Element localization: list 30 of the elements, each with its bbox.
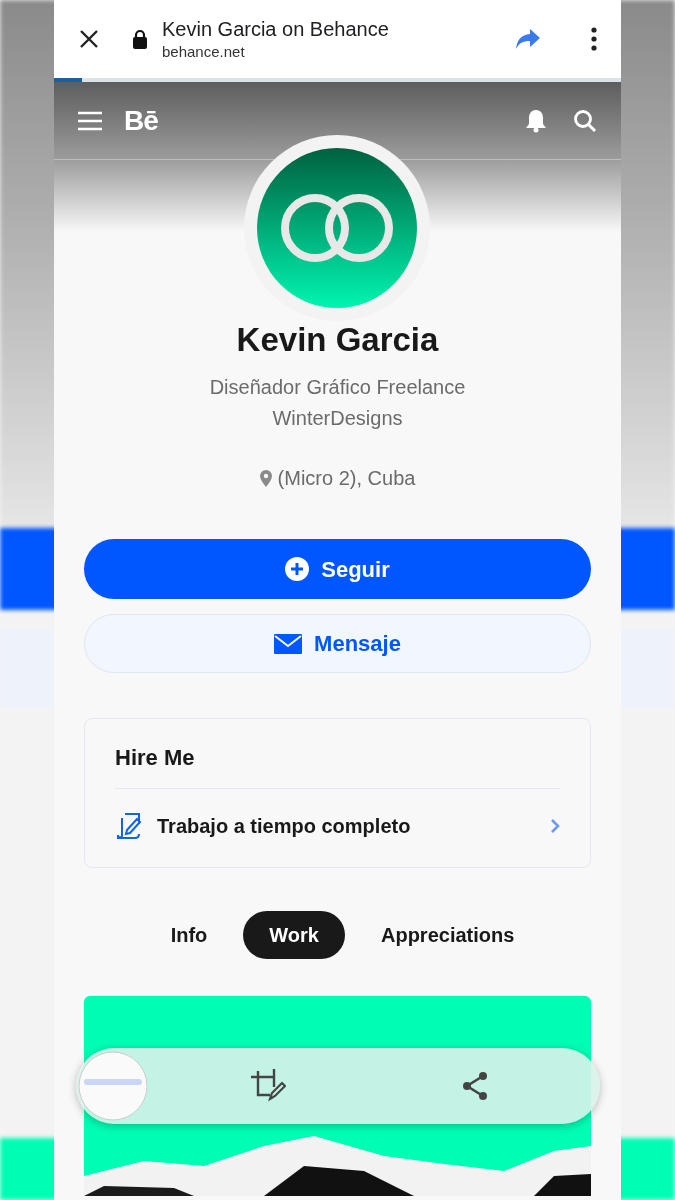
location-text: (Micro 2), Cuba (277, 466, 416, 491)
bell-icon[interactable] (525, 108, 547, 133)
crop-edit-icon[interactable] (250, 1069, 286, 1103)
hire-option[interactable]: Trabajo a tiempo completo (115, 789, 560, 863)
profile-name: Kevin Garcia (236, 320, 439, 360)
menu-icon[interactable] (78, 110, 102, 131)
share-arrow-icon[interactable] (515, 28, 541, 50)
close-icon[interactable] (78, 28, 100, 50)
chevron-right-icon (550, 818, 560, 834)
pen-note-icon (115, 812, 143, 840)
page-title: Kevin Garcia on Behance (162, 17, 390, 42)
behance-logo[interactable]: Bē (124, 99, 158, 142)
location-pin-icon (259, 469, 272, 487)
headline-text: Diseñador Gráfico Freelance (209, 375, 466, 400)
hire-title: Hire Me (115, 719, 560, 789)
search-icon[interactable] (573, 108, 597, 133)
lock-icon (132, 29, 148, 49)
tab[interactable]: Work (243, 911, 345, 959)
tab[interactable]: Appreciations (364, 911, 531, 959)
plus-circle-icon (285, 557, 310, 581)
tab[interactable]: Info (154, 911, 224, 959)
more-icon[interactable] (591, 27, 597, 51)
message-button[interactable]: Mensaje (84, 614, 591, 673)
screenshot-thumbnail[interactable] (78, 1051, 148, 1121)
headline-text: WinterDesigns (272, 406, 403, 431)
page-url: behance.net (162, 42, 246, 62)
follow-button[interactable]: Seguir (84, 539, 591, 599)
share-icon[interactable] (462, 1071, 488, 1101)
hire-option-text: Trabajo a tiempo completo (157, 814, 412, 839)
envelope-icon (274, 633, 303, 654)
